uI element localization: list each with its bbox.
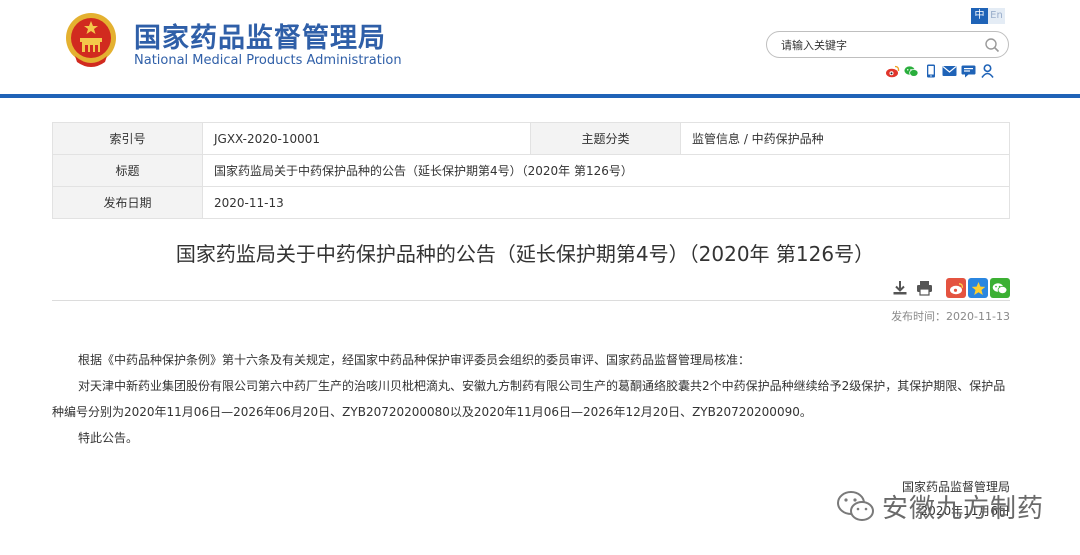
meta-row-date: 发布日期 2020-11-13 <box>52 186 1010 219</box>
publish-time: 发布时间：2020-11-13 <box>891 310 1010 323</box>
social-links <box>885 64 995 78</box>
article-paragraph-3: 特此公告。 <box>78 431 139 445</box>
meta-row-title: 标题 国家药监局关于中药保护品种的公告（延长保护期第4号）（2020年 第126… <box>52 154 1010 187</box>
user-icon[interactable] <box>980 64 995 78</box>
article-tools <box>890 278 1010 298</box>
share-qzone-icon[interactable] <box>968 278 988 298</box>
meta-row-index: 索引号 JGXX-2020-10001 主题分类 监管信息 / 中药保护品种 <box>52 122 1010 155</box>
site-header: 国家药品监督管理局 National Medical Products Admi… <box>0 0 1080 95</box>
search-icon[interactable] <box>984 37 1000 53</box>
meta-label-topic: 主题分类 <box>530 122 681 155</box>
meta-label-title: 标题 <box>52 154 203 187</box>
article-paragraph-1: 根据《中药品种保护条例》第十六条及有关规定，经国家中药品种保护审评委员会组织的委… <box>78 353 751 367</box>
weibo-icon[interactable] <box>885 64 900 78</box>
language-switcher: 中 En <box>971 8 1005 24</box>
search-box <box>766 31 1009 58</box>
print-icon[interactable] <box>915 279 934 298</box>
wechat-icon[interactable] <box>904 64 919 78</box>
site-title-en[interactable]: National Medical Products Administration <box>134 53 402 68</box>
share-buttons <box>946 278 1010 298</box>
document-meta-table: 索引号 JGXX-2020-10001 主题分类 监管信息 / 中药保护品种 标… <box>52 122 1010 219</box>
lang-en-button[interactable]: En <box>988 8 1005 24</box>
meta-label-date: 发布日期 <box>52 186 203 219</box>
meta-value-topic: 监管信息 / 中药保护品种 <box>680 122 1010 155</box>
wechat-watermark-text: 安徽九方制药 <box>882 494 1045 524</box>
download-icon[interactable] <box>890 279 909 298</box>
article-title: 国家药监局关于中药保护品种的公告（延长保护期第4号）（2020年 第126号） <box>175 242 875 266</box>
share-wechat-icon[interactable] <box>990 278 1010 298</box>
search-input[interactable] <box>781 36 971 54</box>
meta-value-index: JGXX-2020-10001 <box>202 122 531 155</box>
wechat-watermark: 安徽九方制药 <box>836 488 1044 525</box>
header-divider-bar <box>0 94 1080 98</box>
lang-cn-button[interactable]: 中 <box>971 8 988 24</box>
meta-value-title: 国家药监局关于中药保护品种的公告（延长保护期第4号）（2020年 第126号） <box>202 154 1010 187</box>
mobile-icon[interactable] <box>923 64 938 78</box>
share-weibo-icon[interactable] <box>946 278 966 298</box>
article-divider <box>52 300 1010 301</box>
site-title-cn[interactable]: 国家药品监督管理局 <box>134 16 386 55</box>
meta-label-index: 索引号 <box>52 122 203 155</box>
message-icon[interactable] <box>961 64 976 78</box>
wechat-watermark-icon <box>837 490 874 521</box>
meta-value-date: 2020-11-13 <box>202 186 1010 219</box>
article-paragraph-2: 对天津中新药业集团股份有限公司第六中药厂生产的治咳川贝枇杷滴丸、安徽九方制药有限… <box>52 379 1006 419</box>
mail-icon[interactable] <box>942 64 957 78</box>
national-emblem-icon <box>66 13 116 67</box>
